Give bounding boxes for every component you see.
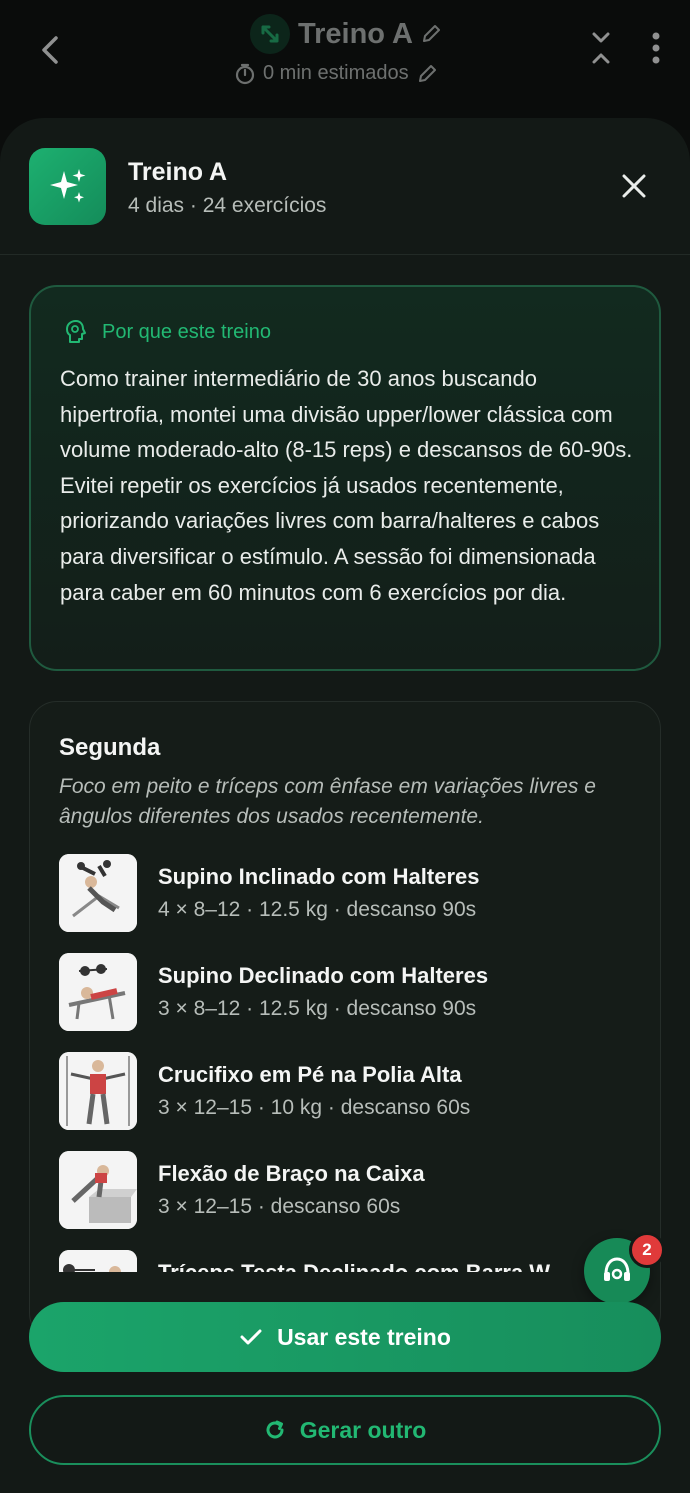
workout-title-wrap[interactable]: Treino A [250, 12, 441, 56]
exercise-detail: 4 × 8–12 · 12.5 kg · descanso 90s [158, 898, 477, 921]
generate-another-label: Gerar outro [299, 1416, 427, 1443]
exercise-detail: 3 × 8–12 · 12.5 kg · descanso 90s [158, 997, 477, 1020]
exercise-name: Flexão de Braço na Caixa [158, 1161, 425, 1186]
exercise-item[interactable]: Supino Declinado com Halteres 3 × 8–12 ·… [59, 953, 649, 1033]
exercise-detail: 3 × 12–15 · 10 kg · descanso 60s [158, 1096, 471, 1119]
exercise-name: Supino Declinado com Halteres [158, 963, 489, 988]
refresh-icon [266, 1420, 284, 1439]
day-description: Foco em peito e tríceps com ênfase em va… [59, 775, 596, 828]
exercise-thumbnail [59, 1151, 137, 1229]
sheet-header: Treino A 4 dias · 24 exercícios [0, 118, 690, 255]
exercise-item[interactable]: Crucifixo em Pé na Polia Alta 3 × 12–15 … [59, 1052, 649, 1132]
notification-badge: 2 [629, 1232, 665, 1268]
exercise-item[interactable]: Tríceps Testa Declinado com Barra W [59, 1250, 649, 1272]
why-label: Por que este treino [102, 320, 271, 343]
exercise-name: Supino Inclinado com Halteres [158, 864, 480, 889]
day-title: Segunda [59, 734, 161, 761]
generate-another-button[interactable]: Gerar outro [29, 1395, 661, 1465]
exercise-thumbnail [59, 953, 137, 1031]
why-text: Como trainer intermediário de 30 anos bu… [60, 366, 633, 605]
exercise-thumbnail [59, 1052, 137, 1130]
why-card: Por que este treino Como trainer interme… [29, 285, 661, 671]
back-button[interactable] [30, 28, 70, 72]
sheet-title: Treino A [128, 158, 228, 186]
edit-pencil-icon [418, 64, 436, 82]
close-icon [622, 174, 646, 198]
brain-head-icon [66, 320, 86, 343]
day-card: Segunda Foco em peito e tríceps com ênfa… [29, 701, 661, 1341]
exercise-name: Tríceps Testa Declinado com Barra W [158, 1260, 550, 1272]
header-actions [590, 30, 660, 66]
check-icon [240, 1329, 262, 1345]
estimated-time-label: 0 min estimados [263, 62, 409, 84]
exercise-detail: 3 × 12–15 · descanso 60s [158, 1195, 401, 1218]
exercise-list: Supino Inclinado com Halteres 4 × 8–12 ·… [30, 854, 662, 1272]
exercise-name: Crucifixo em Pé na Polia Alta [158, 1062, 462, 1087]
exercise-item[interactable]: Supino Inclinado com Halteres 4 × 8–12 ·… [59, 854, 649, 934]
exercise-item[interactable]: Flexão de Braço na Caixa 3 × 12–15 · des… [59, 1151, 649, 1231]
stopwatch-icon [235, 63, 255, 84]
headset-icon [604, 1257, 630, 1281]
why-header: Por que este treino [64, 319, 271, 345]
use-workout-button[interactable]: Usar este treino [29, 1302, 661, 1372]
workout-type-icon [250, 14, 290, 54]
estimated-time[interactable]: 0 min estimados [235, 62, 437, 85]
sparkles-icon [29, 148, 106, 225]
use-workout-label: Usar este treino [277, 1323, 451, 1350]
workout-title: Treino A [298, 17, 413, 50]
more-vertical-icon[interactable] [652, 30, 660, 66]
sheet-subtitle: 4 dias · 24 exercícios [128, 194, 327, 217]
chevron-left-icon [42, 36, 58, 64]
close-button[interactable] [616, 168, 652, 204]
background-header: Treino A 0 min estimados [0, 0, 690, 130]
edit-pencil-icon [422, 25, 440, 42]
exercise-thumbnail [59, 854, 137, 932]
exercise-thumbnail [59, 1250, 137, 1272]
collapse-icon[interactable] [590, 30, 612, 66]
suggestion-sheet: Treino A 4 dias · 24 exercícios Por que … [0, 118, 690, 1493]
